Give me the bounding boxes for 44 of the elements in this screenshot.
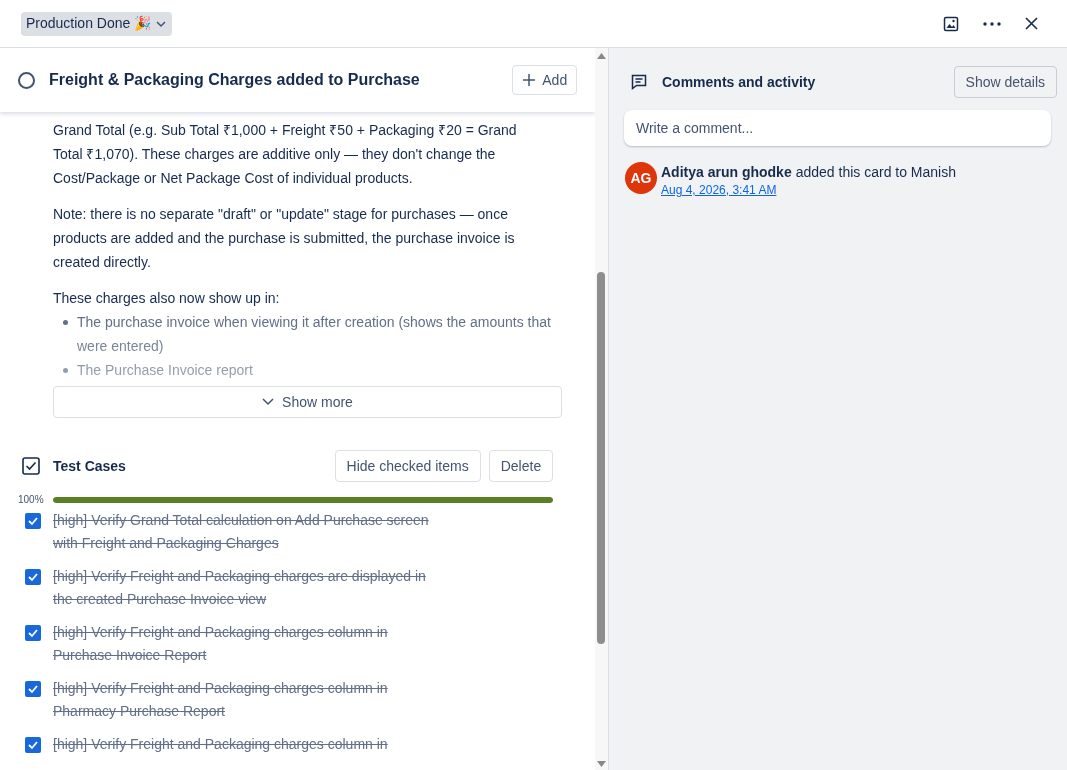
status-dropdown[interactable]: Production Done 🎉 bbox=[21, 11, 173, 36]
activity-author: Aditya arun ghodke bbox=[661, 163, 792, 182]
section-title: Comments and activity bbox=[662, 72, 817, 92]
comment-icon bbox=[631, 74, 647, 90]
scroll-up-icon[interactable] bbox=[596, 52, 608, 60]
delete-button[interactable]: Delete bbox=[488, 450, 554, 482]
add-button[interactable]: Add bbox=[512, 65, 578, 95]
checklist-title: Test Cases bbox=[53, 456, 127, 476]
chevron-down-icon bbox=[262, 398, 275, 406]
list-item: The purchase invoice when viewing it after creation (shows the amounts that were entered) bbox=[77, 313, 552, 356]
checklist-item-text[interactable]: [high] Verify Freight and Packaging charges column in bbox=[53, 733, 438, 756]
avatar[interactable]: AG bbox=[625, 162, 657, 194]
progress-percent: 100% bbox=[18, 493, 45, 507]
description-paragraph: These charges also now show up in: bbox=[53, 289, 281, 308]
scroll-thumb[interactable] bbox=[597, 272, 606, 644]
scroll-down-icon[interactable] bbox=[596, 760, 608, 768]
checklist-icon bbox=[22, 457, 40, 475]
checkbox[interactable] bbox=[25, 569, 41, 585]
card-title: Freight & Packaging Charges added to Purchase bbox=[49, 70, 421, 90]
complete-toggle[interactable] bbox=[18, 71, 35, 89]
plus-icon bbox=[522, 73, 537, 87]
show-details-button[interactable]: Show details bbox=[953, 66, 1057, 98]
timestamp-link[interactable]: Aug 4, 2026, 3:41 AM bbox=[661, 182, 777, 198]
checklist-item-text[interactable]: [high] Verify Freight and Packaging charges column in Pharmacy Purchase Report bbox=[53, 677, 438, 723]
checkbox[interactable] bbox=[25, 737, 41, 753]
checkbox[interactable] bbox=[25, 625, 41, 641]
close-icon[interactable] bbox=[1025, 17, 1038, 30]
bullet-icon bbox=[63, 320, 68, 325]
hide-checked-button[interactable]: Hide checked items bbox=[334, 450, 481, 482]
activity-text: added this card to Manish bbox=[795, 163, 956, 182]
checklist-item-text[interactable]: [high] Verify Freight and Packaging charges are displayed in the created Purchase Invoice view bbox=[53, 565, 438, 611]
description-paragraph: Note: there is no separate "draft" or "update" stage for purchases — once products are added and the purchase is submitted, the purchase invoice is created directly. bbox=[53, 205, 516, 272]
checkbox[interactable] bbox=[25, 513, 41, 529]
show-more-button[interactable]: Show more bbox=[53, 386, 562, 418]
image-icon[interactable] bbox=[943, 15, 959, 32]
list-item: The Purchase Invoice report bbox=[77, 361, 254, 380]
comment-field[interactable]: Write a comment... bbox=[624, 110, 1051, 146]
bullet-icon bbox=[63, 368, 68, 373]
scrollbar[interactable] bbox=[595, 48, 608, 770]
more-icon[interactable] bbox=[983, 21, 1001, 26]
checkbox[interactable] bbox=[25, 681, 41, 697]
checklist-item-text[interactable]: [high] Verify Freight and Packaging charges column in Purchase Invoice Report bbox=[53, 621, 438, 667]
description-paragraph: Grand Total (e.g. Sub Total ₹1,000 + Freight ₹50 + Packaging ₹20 = Grand Total ₹1,070). These charges are additive only — they don't change the Cost/Package or Net Package Cost of individual products. bbox=[53, 121, 518, 188]
checklist-item-text[interactable]: [high] Verify Grand Total calculation on Add Purchase screen with Freight and Packaging Charges bbox=[53, 509, 438, 555]
